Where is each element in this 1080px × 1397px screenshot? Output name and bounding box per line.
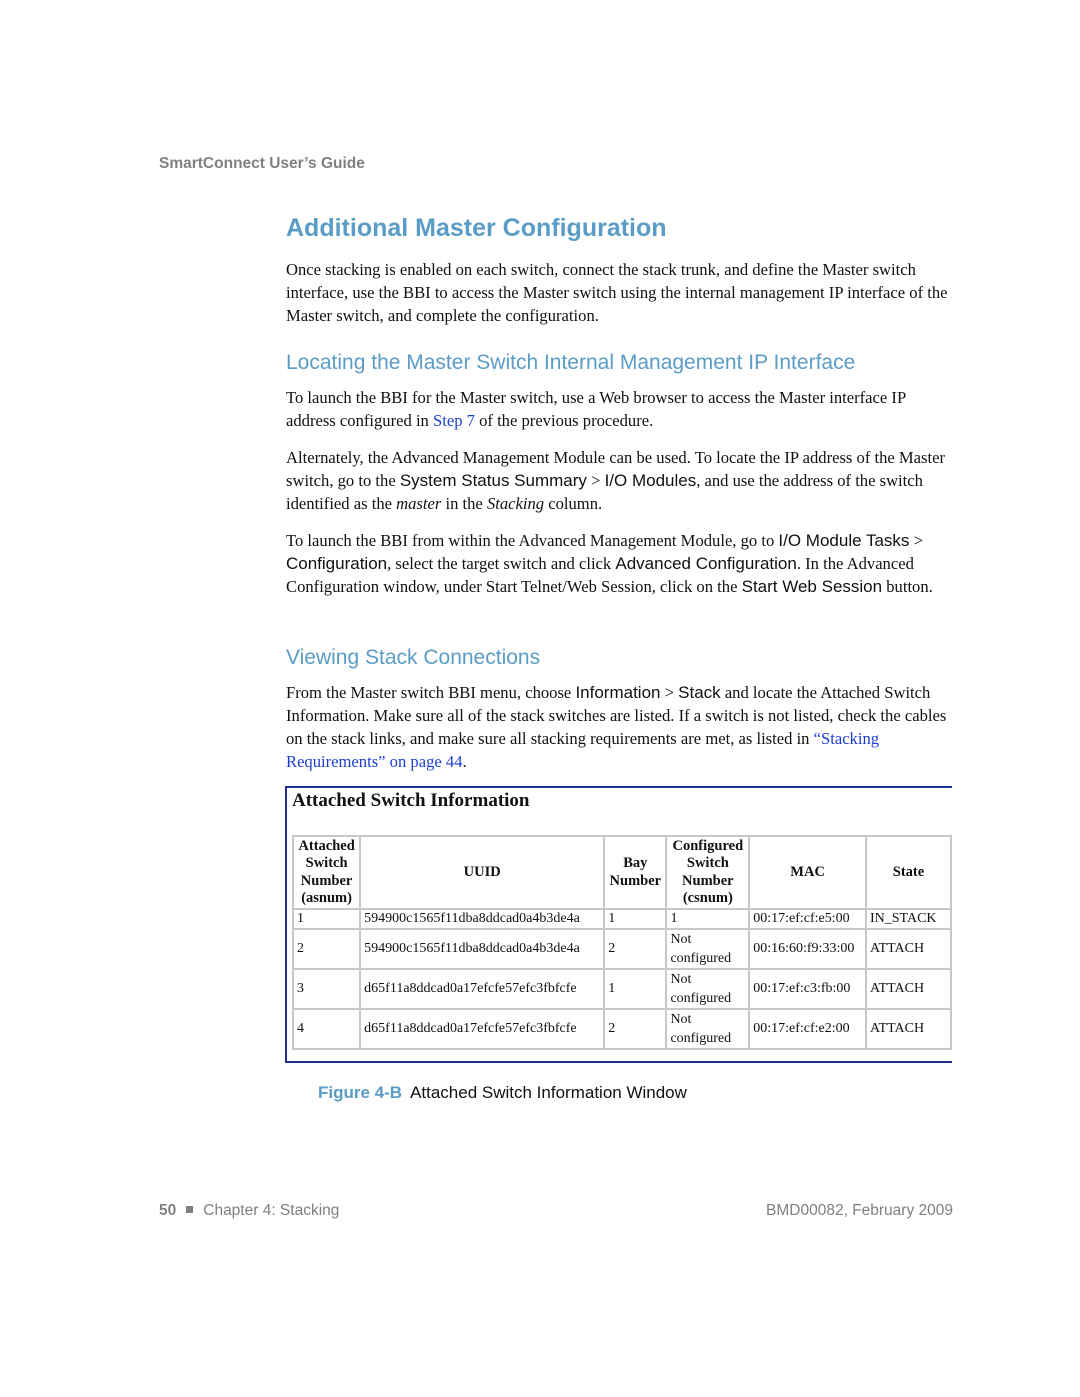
text-run: in the	[441, 494, 487, 513]
table-cell: 4	[291, 1008, 362, 1050]
column-header: UUID	[359, 835, 606, 910]
paragraph-viewing: From the Master switch BBI menu, choose …	[286, 681, 956, 773]
chapter-label: Chapter 4: Stacking	[203, 1202, 340, 1219]
ui-term: I/O Modules	[604, 471, 697, 490]
attached-switch-window: Attached Switch Information Attached Swi…	[285, 786, 953, 1063]
section-title: Additional Master Configuration	[286, 214, 667, 242]
text-run: master	[396, 494, 442, 513]
table-row: 4 d65f11a8ddcad0a17efcfe57efc3fbfcfe 2 Not …	[291, 1008, 953, 1050]
footer-left: 50 Chapter 4: Stacking	[159, 1202, 339, 1220]
column-header: MAC	[748, 835, 867, 910]
ui-term: System Status Summary	[399, 471, 587, 490]
square-bullet-icon	[186, 1206, 194, 1213]
table-cell: 2	[603, 928, 668, 970]
table-cell: 00:17:ef:cf:e5:00	[748, 908, 867, 930]
table-cell: 1	[603, 908, 668, 930]
text-run: of the previous procedure.	[474, 411, 654, 430]
figure-number: Figure 4-B	[318, 1083, 403, 1102]
ui-term: Start Web Session	[741, 577, 883, 596]
column-header: Configured Switch Number (csnum)	[665, 835, 751, 910]
paragraph-launch-bbi: To launch the BBI for the Master switch,…	[286, 386, 956, 432]
cross-reference-link[interactable]: Step 7	[433, 411, 475, 430]
table-cell: 1	[291, 908, 362, 930]
table-cell: 1	[603, 968, 668, 1010]
text-run: >	[586, 471, 605, 490]
table-cell: 594900c1565f11dba8ddcad0a4b3de4a	[359, 908, 606, 930]
table-cell: 2	[603, 1008, 668, 1050]
window-title: Attached Switch Information	[292, 790, 530, 811]
table-cell: ATTACH	[864, 1008, 953, 1050]
ui-term: I/O Module Tasks	[778, 531, 910, 550]
column-header: State	[864, 835, 953, 910]
table-cell: 3	[291, 968, 362, 1010]
page-number: 50	[159, 1202, 177, 1219]
table-cell: Not configured	[665, 968, 751, 1010]
table-row: 3 d65f11a8ddcad0a17efcfe57efc3fbfcfe 1 Not …	[291, 968, 953, 1010]
table-cell: 594900c1565f11dba8ddcad0a4b3de4a	[359, 928, 606, 970]
figure-caption: Figure 4-B Attached Switch Information Wi…	[318, 1083, 687, 1103]
text-run: .	[462, 752, 467, 771]
column-header: Attached Switch Number (asnum)	[291, 835, 362, 910]
table-cell: ATTACH	[864, 968, 953, 1010]
text-run: Once stacking is enabled on each switch,…	[286, 260, 948, 325]
table-row: 2 594900c1565f11dba8ddcad0a4b3de4a 2 Not co…	[291, 928, 953, 970]
text-run: , select the target switch and click	[387, 554, 616, 573]
table-cell: 2	[291, 928, 362, 970]
table-cell: 00:17:ef:cf:e2:00	[748, 1008, 867, 1050]
table-cell: 00:17:ef:c3:fb:00	[748, 968, 867, 1010]
table-cell: IN_STACK	[864, 908, 953, 930]
table-cell: 1	[665, 908, 751, 930]
ui-term: Stack	[678, 683, 721, 702]
column-header: Bay Number	[603, 835, 668, 910]
table-cell: 00:16:60:f9:33:00	[748, 928, 867, 970]
text-run: >	[909, 531, 923, 550]
table-cell: d65f11a8ddcad0a17efcfe57efc3fbfcfe	[359, 968, 606, 1010]
table-cell: d65f11a8ddcad0a17efcfe57efc3fbfcfe	[359, 1008, 606, 1050]
paragraph-alternately: Alternately, the Advanced Management Mod…	[286, 446, 956, 515]
table-row: 1 594900c1565f11dba8ddcad0a4b3de4a 1 1 00:17…	[291, 908, 953, 930]
text-run: From the Master switch BBI menu, choose	[286, 683, 576, 702]
ui-term: Information	[575, 683, 661, 702]
attached-switch-table: Attached Switch Number (asnum) UUID Bay Nu…	[291, 835, 953, 1050]
paragraph-launch-from-amm: To launch the BBI from within the Advanc…	[286, 529, 956, 598]
text-run: >	[660, 683, 679, 702]
text-run: Stacking	[486, 494, 545, 513]
text-run: button.	[882, 577, 933, 596]
ui-term: Advanced Configuration	[615, 554, 797, 573]
table-cell: Not configured	[665, 1008, 751, 1050]
text-run: To launch the BBI from within the Advanc…	[286, 531, 779, 550]
document-page: SmartConnect User’s Guide Additional Mas…	[0, 0, 1080, 1397]
subsection-title-locating: Locating the Master Switch Internal Mana…	[286, 351, 856, 374]
subsection-title-viewing: Viewing Stack Connections	[286, 646, 541, 669]
ui-term: Configuration	[286, 554, 388, 573]
running-header: SmartConnect User’s Guide	[159, 155, 365, 172]
figure-caption-text: Attached Switch Information Window	[410, 1083, 687, 1102]
table-cell: Not configured	[665, 928, 751, 970]
intro-paragraph: Once stacking is enabled on each switch,…	[286, 258, 956, 327]
text-run: column.	[544, 494, 603, 513]
document-id: BMD00082, February 2009	[766, 1202, 953, 1219]
table-cell: ATTACH	[864, 928, 953, 970]
